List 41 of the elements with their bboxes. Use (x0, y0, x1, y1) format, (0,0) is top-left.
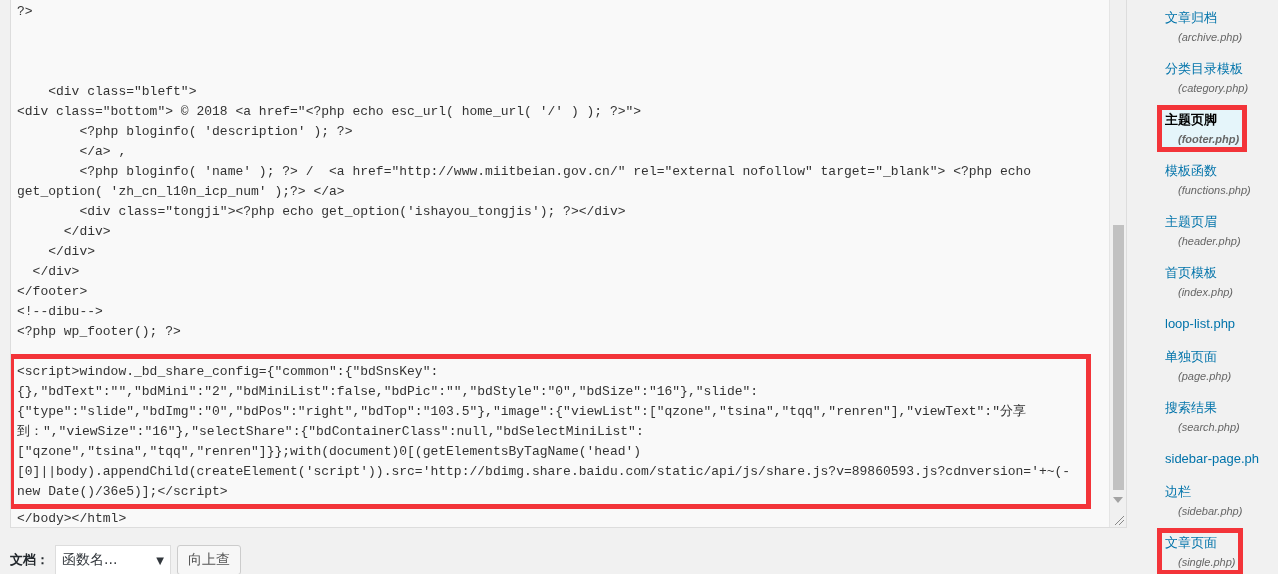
code-line: {"type":"slide","bdImg":"0","bdPos":"right","bdTop":"103.5"},"image":{"viewList":["qzone","tsina","tqq","renren"],"viewText":"分享 (16, 403, 1027, 421)
code-line: get_option( 'zh_cn_l10n_icp_num' );?> </a> (16, 183, 346, 201)
code-line: new Date()/36e5)];</script> (16, 483, 229, 501)
template-file-item[interactable]: 首页模板 (index.php) (1157, 258, 1242, 305)
code-line: </div> (31, 263, 81, 281)
template-file-item[interactable]: 主题页眉 (header.php) (1157, 207, 1249, 254)
documentation-label: 文档： (10, 551, 49, 569)
function-select[interactable]: 函数名... ▼ (55, 545, 171, 574)
code-line: <script>window._bd_share_config={"common":{"bdSnsKey": (16, 363, 440, 381)
template-file-item[interactable]: 分类目录模板 (category.php) (1157, 54, 1257, 101)
scroll-thumb[interactable] (1113, 225, 1124, 490)
code-line: ?> (16, 3, 34, 21)
lookup-button[interactable]: 向上查 (177, 545, 241, 574)
template-file-item[interactable]: 文章归档 (archive.php) (1157, 3, 1251, 50)
code-line: <div class="tongji"><?php echo get_option('ishayou_tongjis'); ?></div> (78, 203, 627, 221)
template-file-item[interactable]: sidebar-page.ph (1157, 444, 1267, 473)
code-line: <?php bloginfo( 'description' ); ?> (78, 123, 354, 141)
code-line: </body></html> (16, 510, 128, 527)
template-file-item[interactable]: 主题页脚 (footer.php) (1157, 105, 1248, 152)
template-file-item[interactable]: 搜索结果 (search.php) (1157, 393, 1248, 440)
code-line: <div class="bottom"> © 2018 <a href="<?php echo esc_url( home_url( '/' ) ); ?>"> (16, 103, 643, 121)
template-file-item[interactable]: 文章页面 (single.php) (1157, 528, 1244, 574)
code-line: {},"bdText":"","bdMini":"2","bdMiniList":false,"bdPic":"","bdStyle":"0","bdSize":"16"},"slide": (16, 383, 760, 401)
code-line: </div> (47, 243, 96, 261)
template-file-item[interactable]: 模板函数 (functions.php) (1157, 156, 1259, 203)
code-line: 到：","viewSize":"16"},"selectShare":{"bdContainerClass":null,"bdSelectMiniList": (16, 423, 645, 441)
template-file-item[interactable]: 单独页面 (page.php) (1157, 342, 1240, 389)
code-line: <?php bloginfo( 'name' ); ?> / <a href="http://www.miitbeian.gov.cn/" rel="external nofollow" target="_blank"> <?php echo (78, 163, 1033, 181)
code-line: [0]||body).appendChild(createElement('script')).src='http://bdimg.share.baidu.com/static/api/js/share.js?v=89860593.js?cdnversion='+~(- (16, 463, 1072, 481)
code-line: </footer> (16, 283, 89, 301)
scroll-down-icon[interactable] (1113, 497, 1123, 503)
code-line: <?php wp_footer(); ?> (16, 323, 182, 341)
code-line: </div> (62, 223, 112, 241)
template-file-item[interactable]: 边栏 (sidebar.php) (1157, 477, 1251, 524)
code-line: </a> , (78, 143, 128, 161)
code-line: <!--dibu--> (16, 303, 104, 321)
scrollbar[interactable] (1109, 0, 1126, 527)
code-line: <div class="bleft"> (47, 83, 198, 101)
code-line: ["qzone","tsina","tqq","renren"]}};with(document)0[(getElementsByTagName('head') (16, 443, 643, 461)
template-file-item[interactable]: loop-list.php (1157, 309, 1244, 338)
code-editor[interactable] (10, 0, 1127, 528)
